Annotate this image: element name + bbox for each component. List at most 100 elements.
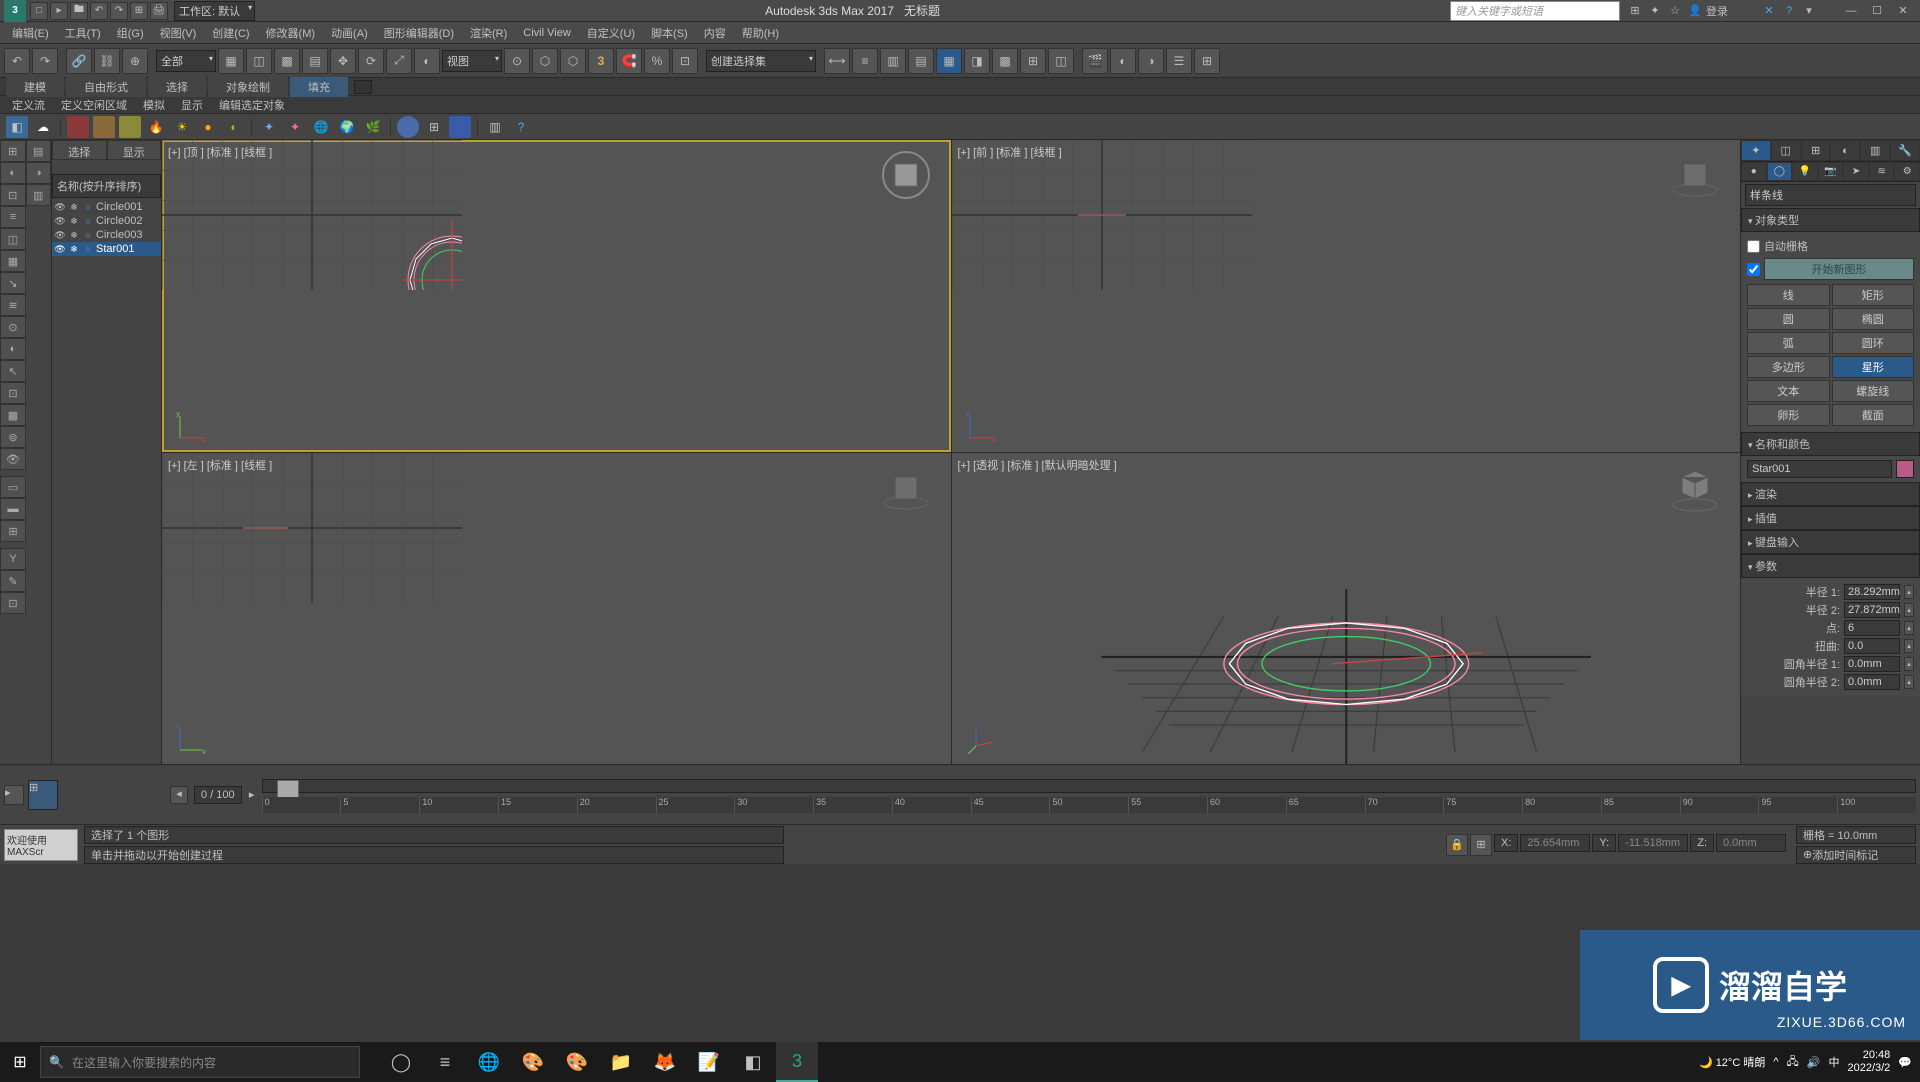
blue-rect-icon[interactable]	[449, 116, 471, 138]
lt-02[interactable]: ▤	[26, 140, 52, 162]
y-value[interactable]: -11.518mm	[1618, 834, 1688, 852]
snap3d-button[interactable]: 3	[588, 48, 614, 74]
viewcube-top[interactable]	[881, 150, 931, 200]
timeline-slider[interactable]	[277, 780, 299, 798]
btn-star[interactable]: 星形	[1832, 356, 1915, 378]
tray-chevron-icon[interactable]: ^	[1773, 1056, 1778, 1068]
start-button[interactable]: ⊞	[0, 1042, 40, 1082]
viewport-persp-label[interactable]: [+] [透视 ] [标准 ] [默认明暗处理 ]	[958, 457, 1117, 473]
fr2-spinner[interactable]: 0.0mm	[1844, 674, 1900, 690]
red-sphere-icon[interactable]	[67, 116, 89, 138]
scene-tab-select[interactable]: 选择	[52, 140, 107, 160]
viewcube-persp[interactable]	[1670, 463, 1720, 513]
notifications-icon[interactable]: 💬	[1898, 1056, 1912, 1069]
sc-cameras[interactable]: 📷	[1818, 162, 1844, 181]
pts-spinner[interactable]: 6	[1844, 620, 1900, 636]
startshape-button[interactable]: 开始新图形	[1764, 258, 1914, 280]
menu-customize[interactable]: 自定义(U)	[581, 23, 641, 43]
render-cloud-button[interactable]: ⊞	[1194, 48, 1220, 74]
rollout-namecolor[interactable]: 名称和颜色	[1741, 432, 1920, 456]
lt-13[interactable]: ◐	[0, 338, 26, 360]
sc-spacewarps[interactable]: ≋	[1869, 162, 1895, 181]
subr-idle[interactable]: 定义空闲区域	[55, 96, 133, 114]
tl-layout-icon[interactable]: ⊞	[28, 780, 58, 810]
redo-button[interactable]: ↷	[32, 48, 58, 74]
menu-maxscript[interactable]: 脚本(S)	[645, 23, 694, 43]
lt-21[interactable]: ⊞	[0, 520, 26, 542]
viewcube-left[interactable]	[881, 463, 931, 513]
viewport-front[interactable]: [+] [前 ] [标准 ] [线框 ] zx	[952, 140, 1741, 452]
btn-circle[interactable]: 圆	[1747, 308, 1830, 330]
btn-ngon[interactable]: 多边形	[1747, 356, 1830, 378]
taskbar-clock[interactable]: 20:48 2022/3/2	[1847, 1049, 1890, 1075]
sc-lights[interactable]: 💡	[1792, 162, 1818, 181]
menu-civilview[interactable]: Civil View	[517, 25, 576, 41]
lt-04[interactable]: ◑	[26, 162, 52, 184]
rollout-render[interactable]: 渲染	[1741, 482, 1920, 506]
planes-icon[interactable]: ◧	[6, 116, 28, 138]
lt-14[interactable]: ↖	[0, 360, 26, 382]
rollout-params[interactable]: 参数	[1741, 554, 1920, 578]
qa-save-icon[interactable]: 🖿	[70, 2, 88, 20]
maximize-button[interactable]: ☐	[1864, 1, 1890, 21]
sc-geometry[interactable]: ●	[1741, 162, 1767, 181]
scene-item-circle003[interactable]: 👁❄○Circle003	[52, 228, 161, 242]
lt-17[interactable]: ⊚	[0, 426, 26, 448]
viewport-top[interactable]: [+] [顶 ] [标准 ] [线框 ] yx	[162, 140, 951, 452]
lt-18[interactable]: 👁	[0, 448, 26, 470]
ribbon-populate[interactable]: 填充	[290, 77, 348, 97]
x-value[interactable]: 25.654mm	[1520, 834, 1590, 852]
qa-new-icon[interactable]: □	[30, 2, 48, 20]
viewport-top-label[interactable]: [+] [顶 ] [标准 ] [线框 ]	[168, 144, 272, 160]
object-color-swatch[interactable]	[1896, 460, 1914, 478]
ribbon-freeform[interactable]: 自由形式	[66, 77, 146, 97]
app4-icon[interactable]: ◧	[732, 1042, 774, 1082]
lt-12[interactable]: ⊙	[0, 316, 26, 338]
lt-16[interactable]: ▩	[0, 404, 26, 426]
subr-display[interactable]: 显示	[175, 96, 209, 114]
manipulate-button[interactable]: ⬡	[532, 48, 558, 74]
r2-spinner[interactable]: 27.872mm	[1844, 602, 1900, 618]
lt-20[interactable]: ▬	[0, 498, 26, 520]
sc-helpers[interactable]: ➤	[1843, 162, 1869, 181]
lt-09[interactable]: ▦	[0, 250, 26, 272]
render-setup-button[interactable]: ◫	[1048, 48, 1074, 74]
r2-up[interactable]: ▴	[1904, 603, 1914, 617]
unlink-button[interactable]: ⛓	[94, 48, 120, 74]
weather-widget[interactable]: 🌙 12°C 晴朗	[1699, 1054, 1765, 1070]
toggle-ribbon-button[interactable]: ▦	[936, 48, 962, 74]
btn-line[interactable]: 线	[1747, 284, 1830, 306]
tl-prev-button[interactable]: ◂	[170, 786, 188, 804]
lt-05[interactable]: ⊡	[0, 184, 26, 206]
menu-rendering[interactable]: 渲染(R)	[464, 23, 513, 43]
signin-icon[interactable]: 👤	[1686, 2, 1704, 20]
timeline[interactable]: 0 5 10 15 20 25 30 35 40 45 50 55 60 65 …	[262, 775, 1916, 815]
layers-button[interactable]: ▥	[880, 48, 906, 74]
menu-group[interactable]: 组(G)	[111, 23, 150, 43]
shape-category-dropdown[interactable]: 样条线	[1745, 184, 1916, 206]
app-logo[interactable]: 3	[4, 0, 26, 22]
menu-tools[interactable]: 工具(T)	[59, 23, 107, 43]
coord-mode-icon[interactable]: ⊞	[1470, 834, 1492, 856]
scene-tab-display[interactable]: 显示	[107, 140, 162, 160]
qa-print-icon[interactable]: 🖨	[150, 2, 168, 20]
sc-systems[interactable]: ⚙	[1894, 162, 1920, 181]
ribbon-selection[interactable]: 选择	[148, 77, 206, 97]
lt-10[interactable]: ↘	[0, 272, 26, 294]
subr-flow[interactable]: 定义流	[6, 96, 51, 114]
lt-06[interactable]: ▥	[26, 184, 52, 206]
ribbon-modeling[interactable]: 建模	[6, 77, 64, 97]
help2-icon[interactable]: ?	[510, 116, 532, 138]
time-tag[interactable]: ⊕ 添加时间标记	[1796, 846, 1916, 864]
named-selset-dropdown[interactable]: 创建选择集	[706, 50, 816, 72]
dist-spinner[interactable]: 0.0	[1844, 638, 1900, 654]
lt-24[interactable]: ⊡	[0, 592, 26, 614]
blue-sphere-icon[interactable]	[397, 116, 419, 138]
btn-donut[interactable]: 圆环	[1832, 332, 1915, 354]
help-dropdown-icon[interactable]: ▾	[1800, 2, 1818, 20]
rollout-keyboard[interactable]: 键盘输入	[1741, 530, 1920, 554]
schematic-view-button[interactable]: ▩	[992, 48, 1018, 74]
tray-net-icon[interactable]: 🖧	[1787, 1053, 1799, 1072]
timeline-position[interactable]: 0 / 100	[194, 786, 242, 804]
fire-icon[interactable]: 🔥	[145, 116, 167, 138]
